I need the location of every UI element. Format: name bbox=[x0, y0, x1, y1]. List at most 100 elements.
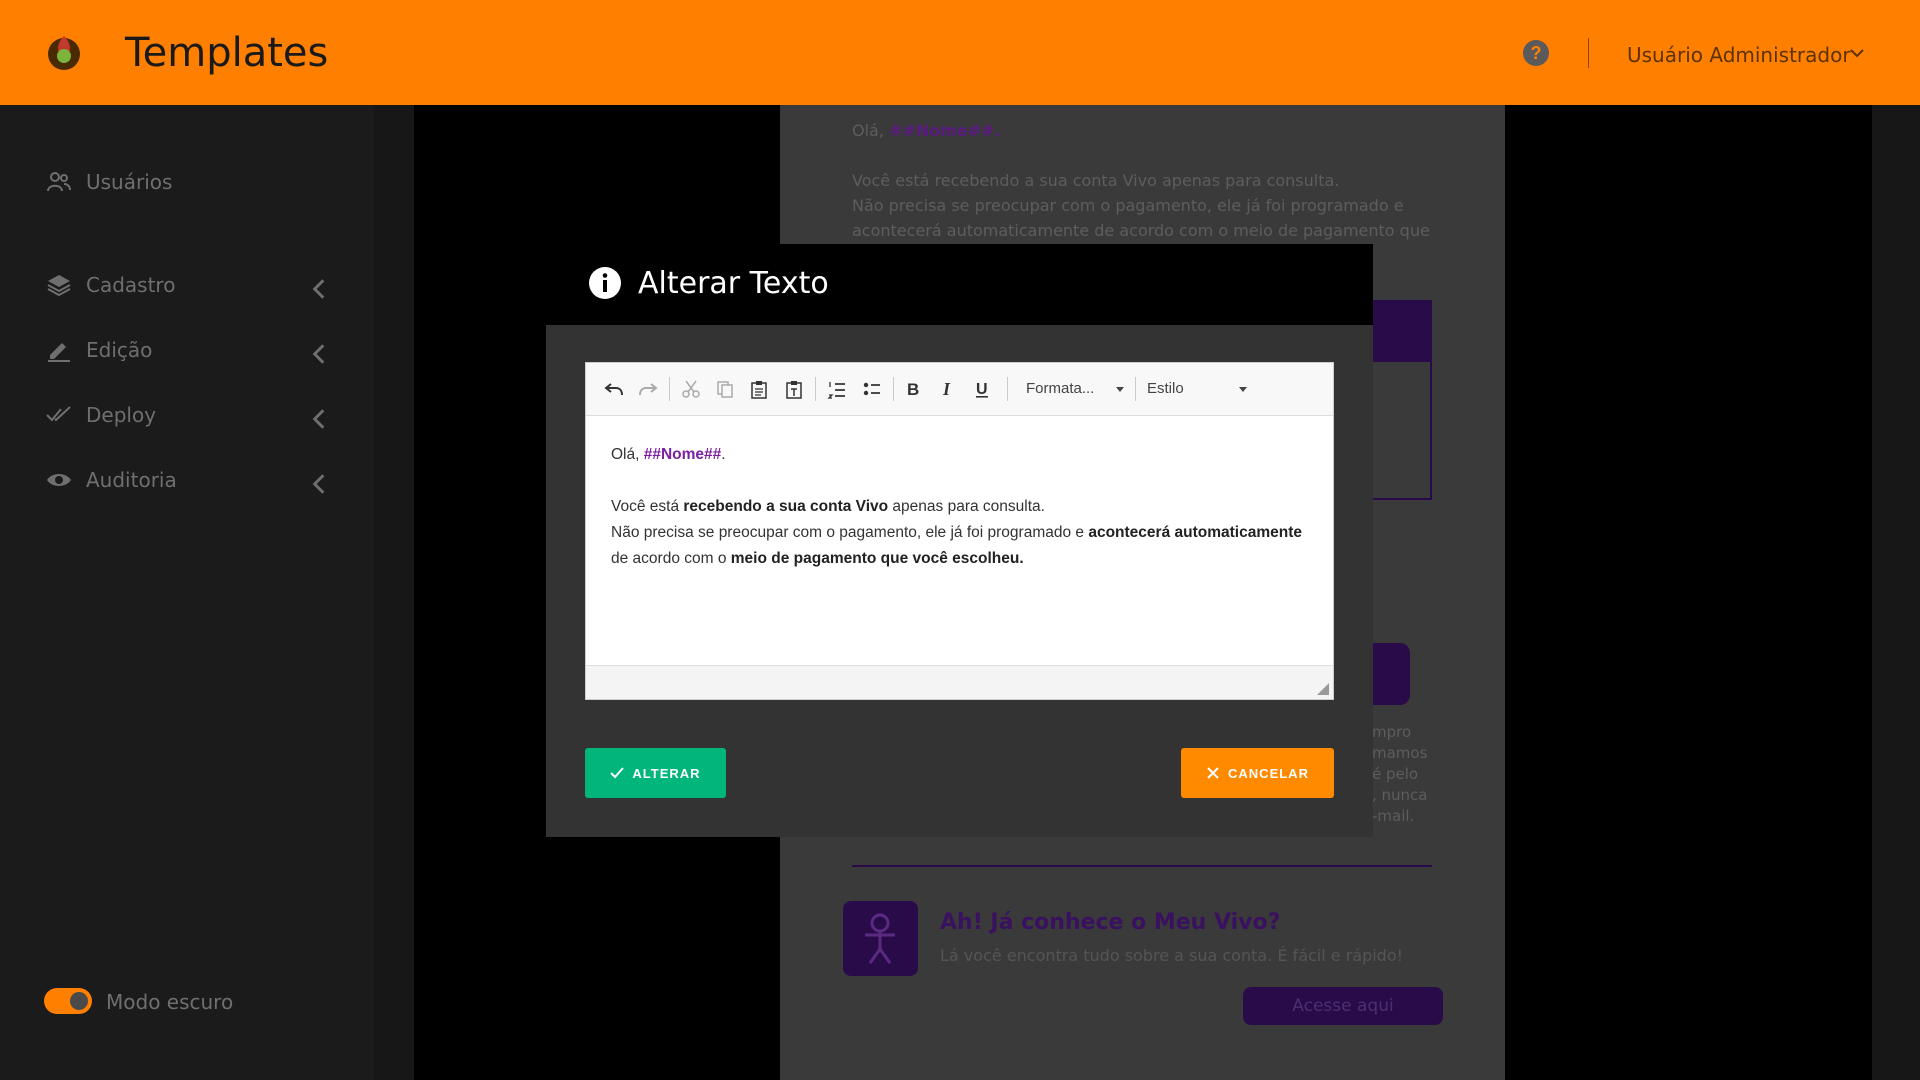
preview-divider bbox=[852, 865, 1432, 867]
bold-button[interactable]: B bbox=[901, 377, 925, 401]
preview-line: Não precisa se preocupar com o pagamento… bbox=[852, 196, 1404, 215]
alterar-button-label: ALTERAR bbox=[632, 765, 701, 781]
sidebar-item-cadastro[interactable]: Cadastro bbox=[46, 270, 346, 300]
redo-button[interactable] bbox=[636, 377, 660, 401]
redo-icon bbox=[639, 383, 658, 396]
preview-banner-header bbox=[1372, 300, 1432, 362]
undo-icon bbox=[604, 383, 623, 396]
underline-icon: U bbox=[976, 381, 988, 398]
chevron-left-icon bbox=[312, 279, 325, 299]
content-paragraph-2: Não precisa se preocupar com o pagamento… bbox=[611, 524, 1302, 567]
toolbar-separator bbox=[1007, 377, 1008, 401]
chevron-down-icon[interactable] bbox=[1848, 44, 1866, 62]
alterar-button[interactable]: ALTERAR bbox=[585, 748, 726, 798]
format-dropdown[interactable]: Formata... bbox=[1026, 377, 1126, 401]
sidebar-item-label: Cadastro bbox=[86, 273, 176, 297]
rich-text-editor: B I U Formata... Estilo Olá, ##Nome##. V… bbox=[585, 362, 1334, 700]
preview-right-text: é pelo bbox=[1372, 765, 1419, 783]
meu-vivo-subtitle: Lá você encontra tudo sobre a sua conta.… bbox=[940, 946, 1404, 965]
preview-right-text: -mail. bbox=[1372, 807, 1415, 825]
double-check-icon bbox=[46, 406, 71, 422]
modal-header: Alterar Texto bbox=[546, 244, 1373, 325]
italic-button[interactable]: I bbox=[935, 377, 959, 401]
italic-icon: I bbox=[942, 379, 951, 399]
sidebar-item-label: Deploy bbox=[86, 403, 157, 427]
style-dropdown[interactable]: Estilo bbox=[1147, 377, 1247, 401]
preview-line: Você está recebendo a sua conta Vivo ape… bbox=[852, 171, 1340, 190]
toolbar-separator bbox=[893, 377, 894, 401]
numbered-list-icon bbox=[827, 382, 845, 399]
acesso-button: Acesse aqui bbox=[1243, 987, 1443, 1025]
numbered-list-button[interactable] bbox=[825, 377, 849, 401]
content-gutter bbox=[374, 105, 414, 1080]
sidebar-item-usuarios[interactable]: Usuários bbox=[46, 167, 346, 197]
toolbar-separator bbox=[1135, 377, 1136, 401]
user-menu-name[interactable]: Usuário Administrador bbox=[1627, 43, 1851, 67]
close-icon bbox=[1207, 767, 1219, 779]
bullet-list-icon bbox=[863, 382, 880, 396]
alterar-texto-modal: Alterar Texto B I U Formata... Estilo Ol… bbox=[546, 244, 1373, 837]
editor-toolbar: B I U Formata... Estilo bbox=[586, 363, 1333, 416]
cancelar-button[interactable]: CANCELAR bbox=[1181, 748, 1334, 798]
undo-button[interactable] bbox=[602, 377, 626, 401]
help-icon[interactable]: ? bbox=[1523, 40, 1549, 66]
underline-button[interactable]: U bbox=[970, 377, 994, 401]
top-header: Templates ? Usuário Administrador bbox=[0, 0, 1920, 105]
eye-icon bbox=[47, 474, 71, 486]
format-dropdown-label: Formata... bbox=[1026, 380, 1095, 397]
sidebar-item-label: Auditoria bbox=[86, 468, 177, 492]
sidebar-item-deploy[interactable]: Deploy bbox=[46, 400, 346, 430]
preview-right-text: mpro bbox=[1372, 723, 1412, 741]
meu-vivo-title: Ah! Já conhece o Meu Vivo? bbox=[940, 910, 1281, 935]
preview-line: acontecerá automaticamente de acordo com… bbox=[852, 221, 1430, 240]
preview-greeting: Olá, ##Nome##. bbox=[852, 121, 1001, 140]
layers-icon bbox=[47, 275, 71, 297]
paste-text-button[interactable] bbox=[782, 377, 806, 401]
scissors-icon bbox=[682, 380, 700, 398]
sidebar-item-edicao[interactable]: Edição bbox=[46, 335, 346, 365]
bold-icon: B bbox=[907, 380, 919, 399]
meu-vivo-icon bbox=[843, 901, 918, 976]
preview-right-text: , nunca bbox=[1372, 786, 1428, 804]
sidebar-item-auditoria[interactable]: Auditoria bbox=[46, 465, 346, 495]
sidebar-item-label: Usuários bbox=[86, 170, 173, 194]
style-dropdown-label: Estilo bbox=[1147, 380, 1184, 397]
bullet-list-button[interactable] bbox=[860, 377, 884, 401]
paste-icon bbox=[751, 381, 767, 399]
modal-title: Alterar Texto bbox=[638, 266, 829, 301]
resize-handle-icon[interactable] bbox=[1317, 683, 1329, 695]
paste-text-icon bbox=[786, 381, 802, 399]
toggle-knob bbox=[70, 992, 88, 1010]
copy-button[interactable] bbox=[713, 377, 737, 401]
preview-badge bbox=[1372, 643, 1410, 705]
content-right-gutter bbox=[1872, 105, 1920, 1080]
header-divider bbox=[1588, 38, 1589, 68]
app-logo-icon bbox=[48, 36, 80, 70]
editor-statusbar bbox=[586, 665, 1333, 699]
paste-button[interactable] bbox=[747, 377, 771, 401]
svg-text:B: B bbox=[907, 380, 919, 399]
editor-content[interactable]: Olá, ##Nome##. Você está recebendo a sua… bbox=[586, 416, 1333, 666]
dark-mode-toggle[interactable] bbox=[44, 988, 92, 1014]
svg-text:I: I bbox=[942, 379, 951, 399]
dark-mode-label: Modo escuro bbox=[106, 990, 234, 1014]
preview-right-text: mamos bbox=[1372, 744, 1428, 762]
info-icon bbox=[589, 267, 621, 299]
content-greeting: Olá, ##Nome##. bbox=[611, 446, 726, 463]
sidebar-item-label: Edição bbox=[86, 338, 153, 362]
chevron-left-icon bbox=[312, 344, 325, 364]
content-paragraph-1: Você está recebendo a sua conta Vivo ape… bbox=[611, 498, 1045, 515]
pen-icon bbox=[48, 343, 70, 362]
caret-down-icon bbox=[1239, 387, 1247, 392]
page-title: Templates bbox=[125, 30, 329, 76]
sidebar: Usuários Cadastro Edição Deploy Auditori… bbox=[0, 105, 374, 1080]
chevron-left-icon bbox=[312, 409, 325, 429]
toolbar-separator bbox=[669, 377, 670, 401]
svg-text:U: U bbox=[976, 381, 988, 398]
cut-button[interactable] bbox=[679, 377, 703, 401]
content-right-area bbox=[1505, 105, 1872, 1080]
users-icon bbox=[47, 172, 71, 192]
toolbar-separator bbox=[815, 377, 816, 401]
check-icon bbox=[610, 767, 625, 779]
copy-icon bbox=[717, 381, 733, 398]
